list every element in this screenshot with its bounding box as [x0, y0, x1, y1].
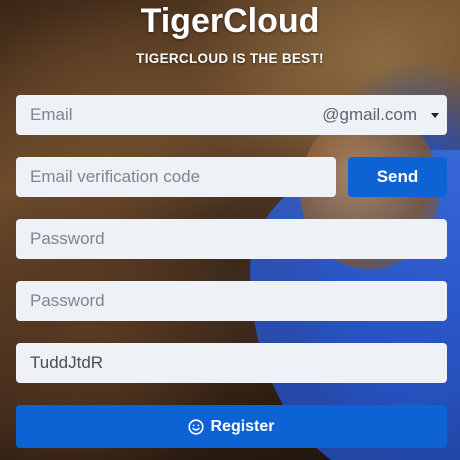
register-button[interactable]: Register [16, 405, 447, 448]
page-subtitle: TIGERCLOUD IS THE BEST! [136, 51, 324, 66]
email-domain-select[interactable]: @gmail.com [322, 95, 439, 135]
confirm-password-field[interactable]: Password [16, 281, 447, 321]
captcha-field[interactable]: TuddJtdR [16, 343, 447, 383]
send-code-button[interactable]: Send [348, 157, 447, 197]
password-field[interactable]: Password [16, 219, 447, 259]
confirm-password-placeholder: Password [30, 291, 105, 310]
email-placeholder: Email [30, 105, 73, 124]
password-placeholder: Password [30, 229, 105, 248]
verification-code-field[interactable]: Email verification code [16, 157, 336, 197]
email-domain-value: @gmail.com [322, 105, 417, 124]
page-title: TigerCloud [140, 2, 320, 40]
registration-page: TigerCloud TIGERCLOUD IS THE BEST! Email… [0, 0, 460, 460]
captcha-value: TuddJtdR [30, 353, 104, 372]
email-field[interactable]: Email @gmail.com [16, 95, 447, 135]
verification-code-placeholder: Email verification code [30, 167, 201, 186]
chevron-down-icon [431, 112, 439, 118]
smile-icon [188, 418, 205, 435]
register-label: Register [210, 417, 275, 435]
